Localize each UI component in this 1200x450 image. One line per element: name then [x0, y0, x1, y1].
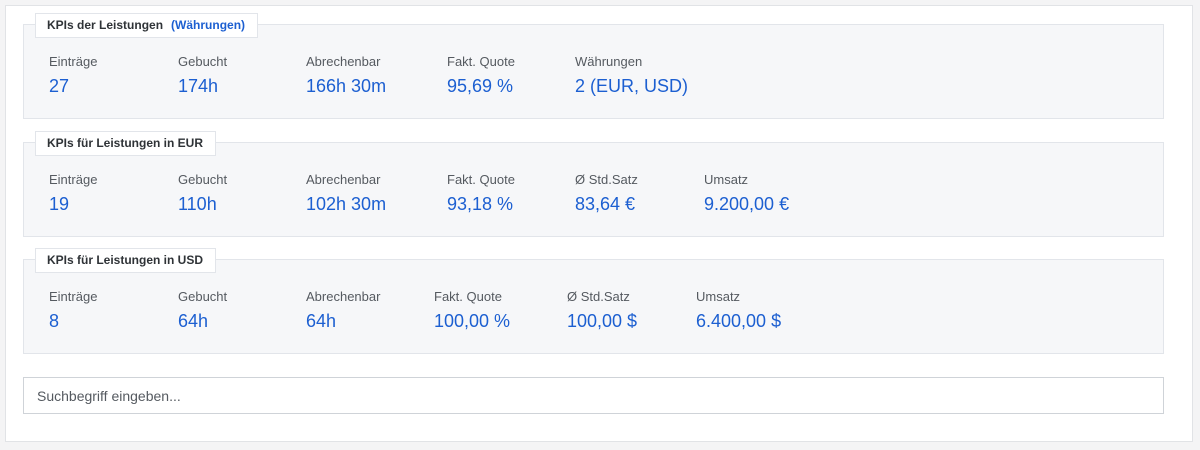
panel-title: KPIs der Leistungen (Währungen)	[35, 13, 259, 38]
panel-title-text: KPIs für Leistungen in USD	[47, 253, 204, 267]
kpi-revenue: Umsatz 9.200,00 €	[704, 172, 789, 215]
panel-title-text: KPIs für Leistungen in EUR	[47, 136, 204, 150]
kpi-value: 19	[49, 194, 70, 214]
kpi-label: Einträge	[49, 289, 98, 304]
kpi-label: Gebucht	[178, 54, 228, 69]
kpi-value: 174h	[178, 76, 219, 96]
search-input[interactable]	[23, 377, 1164, 414]
kpi-panel-usd: KPIs für Leistungen in USD Einträge 8 Ge…	[23, 248, 1164, 354]
kpi-billing-rate: Fakt. Quote 95,69 %	[447, 54, 515, 97]
panel-title: KPIs für Leistungen in EUR	[35, 131, 217, 156]
kpi-revenue: Umsatz 6.400,00 $	[696, 289, 781, 332]
kpi-label: Abrechenbar	[306, 289, 381, 304]
kpi-panel-overall: KPIs der Leistungen (Währungen) Einträge …	[23, 13, 1164, 119]
kpi-panel-eur: KPIs für Leistungen in EUR Einträge 19 G…	[23, 131, 1164, 237]
kpi-label: Gebucht	[178, 289, 228, 304]
kpi-value: 6.400,00 $	[696, 311, 782, 331]
kpi-value: 166h 30m	[306, 76, 387, 96]
kpi-booked: Gebucht 174h	[178, 54, 227, 97]
kpi-billable: Abrechenbar 102h 30m	[306, 172, 386, 215]
kpi-label: Einträge	[49, 54, 98, 69]
kpi-value: 100,00 $	[567, 311, 638, 331]
kpi-value: 110h	[178, 194, 217, 214]
kpi-value: 2 (EUR, USD)	[575, 76, 689, 96]
kpi-currencies: Währungen 2 (EUR, USD)	[575, 54, 688, 97]
kpi-label: Fakt. Quote	[447, 172, 515, 187]
kpi-value: 83,64 €	[575, 194, 636, 214]
kpi-value: 100,00 %	[434, 311, 511, 331]
panel-title: KPIs für Leistungen in USD	[35, 248, 217, 273]
kpi-value: 64h	[306, 311, 337, 331]
kpi-value: 93,18 %	[447, 194, 514, 214]
kpi-label: Ø Std.Satz	[567, 289, 630, 304]
kpi-label: Währungen	[575, 54, 643, 69]
kpi-label: Abrechenbar	[306, 172, 381, 187]
kpi-label: Abrechenbar	[306, 54, 381, 69]
kpi-label: Einträge	[49, 172, 98, 187]
kpi-label: Umsatz	[696, 289, 741, 304]
kpi-entries: Einträge 27	[49, 54, 97, 97]
kpi-entries: Einträge 8	[49, 289, 97, 332]
panel-title-text: KPIs der Leistungen	[47, 18, 164, 32]
kpi-label: Gebucht	[178, 172, 228, 187]
kpi-avg-hourly-rate: Ø Std.Satz 100,00 $	[567, 289, 637, 332]
kpi-value: 64h	[178, 311, 209, 331]
kpi-value: 8	[49, 311, 60, 331]
currencies-link[interactable]: (Währungen)	[171, 18, 245, 32]
kpi-billable: Abrechenbar 166h 30m	[306, 54, 386, 97]
kpi-label: Fakt. Quote	[447, 54, 515, 69]
kpi-label: Umsatz	[704, 172, 749, 187]
kpi-billable: Abrechenbar 64h	[306, 289, 380, 332]
kpi-billing-rate: Fakt. Quote 100,00 %	[434, 289, 510, 332]
kpi-value: 9.200,00 €	[704, 194, 790, 214]
kpi-value: 95,69 %	[447, 76, 514, 96]
kpi-avg-hourly-rate: Ø Std.Satz 83,64 €	[575, 172, 638, 215]
kpi-booked: Gebucht 110h	[178, 172, 227, 215]
kpi-label: Ø Std.Satz	[575, 172, 638, 187]
kpi-value: 102h 30m	[306, 194, 387, 214]
kpi-entries: Einträge 19	[49, 172, 97, 215]
kpi-label: Fakt. Quote	[434, 289, 502, 304]
kpi-value: 27	[49, 76, 70, 96]
kpi-billing-rate: Fakt. Quote 93,18 %	[447, 172, 515, 215]
kpi-booked: Gebucht 64h	[178, 289, 227, 332]
